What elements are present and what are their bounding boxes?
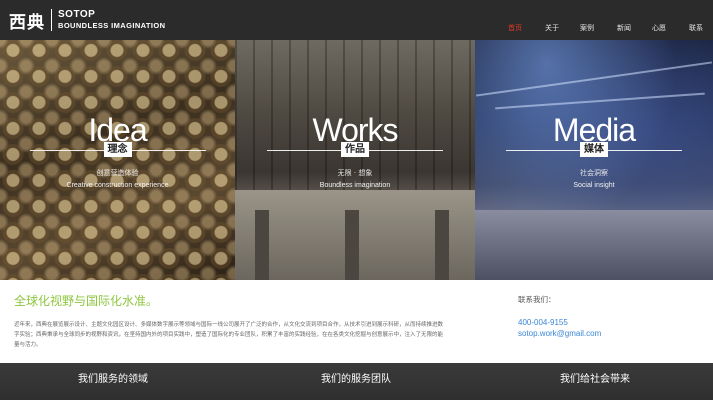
intro-paragraph: 近年来，西典在展览展示设计、主题文化园区设计、多媒体数字展示等领域与国际一线公司… (14, 322, 444, 348)
panel-media-subtitle-cn: 社会洞察 (580, 169, 608, 177)
nav-item-contact[interactable]: 联系 (689, 24, 703, 33)
footer-bar: 我们服务的领域 我们的服务团队 我们给社会带来 (0, 363, 713, 400)
panel-works-divider: 作品 (267, 142, 443, 157)
nav-item-cases[interactable]: 案例 (580, 24, 594, 33)
slogan: 全球化视野与国际化水准。 (14, 294, 159, 308)
panel-idea-subtitle-en: Creative construction experience (66, 182, 169, 189)
footer-link-service-fields[interactable]: 我们服务的领域 (78, 373, 148, 387)
panel-works[interactable]: Works 作品 无限 · 想象 Boundless imagination (235, 40, 475, 280)
nav-item-news[interactable]: 新闻 (617, 24, 631, 33)
top-header: 西典 SOTOP BOUNDLESS IMAGINATION 首页 关于 案例 … (0, 0, 713, 40)
footer-link-service-team[interactable]: 我们的服务团队 (321, 373, 391, 387)
nav-item-home[interactable]: 首页 (508, 24, 522, 33)
about-section: 全球化视野与国际化水准。 近年来，西典在展览展示设计、主题文化园区设计、多媒体数… (0, 280, 713, 363)
contact-phone[interactable]: 400-004-9155 (518, 318, 568, 328)
panel-media-divider: 媒体 (506, 142, 682, 157)
main-nav: 首页 关于 案例 新闻 心愿 联系 (0, 24, 713, 34)
nav-item-about[interactable]: 关于 (545, 24, 559, 33)
panel-media-overlay: Media 媒体 社会洞察 Social insight (475, 40, 713, 280)
footer-link-social-value[interactable]: 我们给社会带来 (560, 373, 630, 387)
panel-idea-overlay: Idea 理念 创意营造体验 Creative construction exp… (0, 40, 235, 280)
panel-media-title-cn: 媒体 (580, 142, 608, 157)
panel-media[interactable]: Media 媒体 社会洞察 Social insight (475, 40, 713, 280)
panel-works-subtitle-cn: 无限 · 想象 (337, 169, 373, 177)
panel-idea-subtitle-cn: 创意营造体验 (96, 169, 139, 177)
panel-idea[interactable]: Idea 理念 创意营造体验 Creative construction exp… (0, 40, 235, 280)
panel-media-subtitle-en: Social insight (573, 182, 615, 189)
logo-en-name: SOTOP (58, 8, 96, 20)
nav-item-wish[interactable]: 心愿 (652, 24, 666, 33)
panel-works-overlay: Works 作品 无限 · 想象 Boundless imagination (235, 40, 475, 280)
contact-email-link[interactable]: sotop.work@gmail.com (518, 329, 601, 339)
panel-works-subtitle-en: Boundless imagination (319, 182, 391, 189)
panel-works-title-cn: 作品 (341, 142, 369, 157)
contact-title: 联系我们： (518, 295, 556, 304)
panel-idea-divider: 理念 (29, 142, 206, 157)
feature-panels: Idea 理念 创意营造体验 Creative construction exp… (0, 40, 713, 280)
panel-idea-title-cn: 理念 (103, 142, 132, 157)
